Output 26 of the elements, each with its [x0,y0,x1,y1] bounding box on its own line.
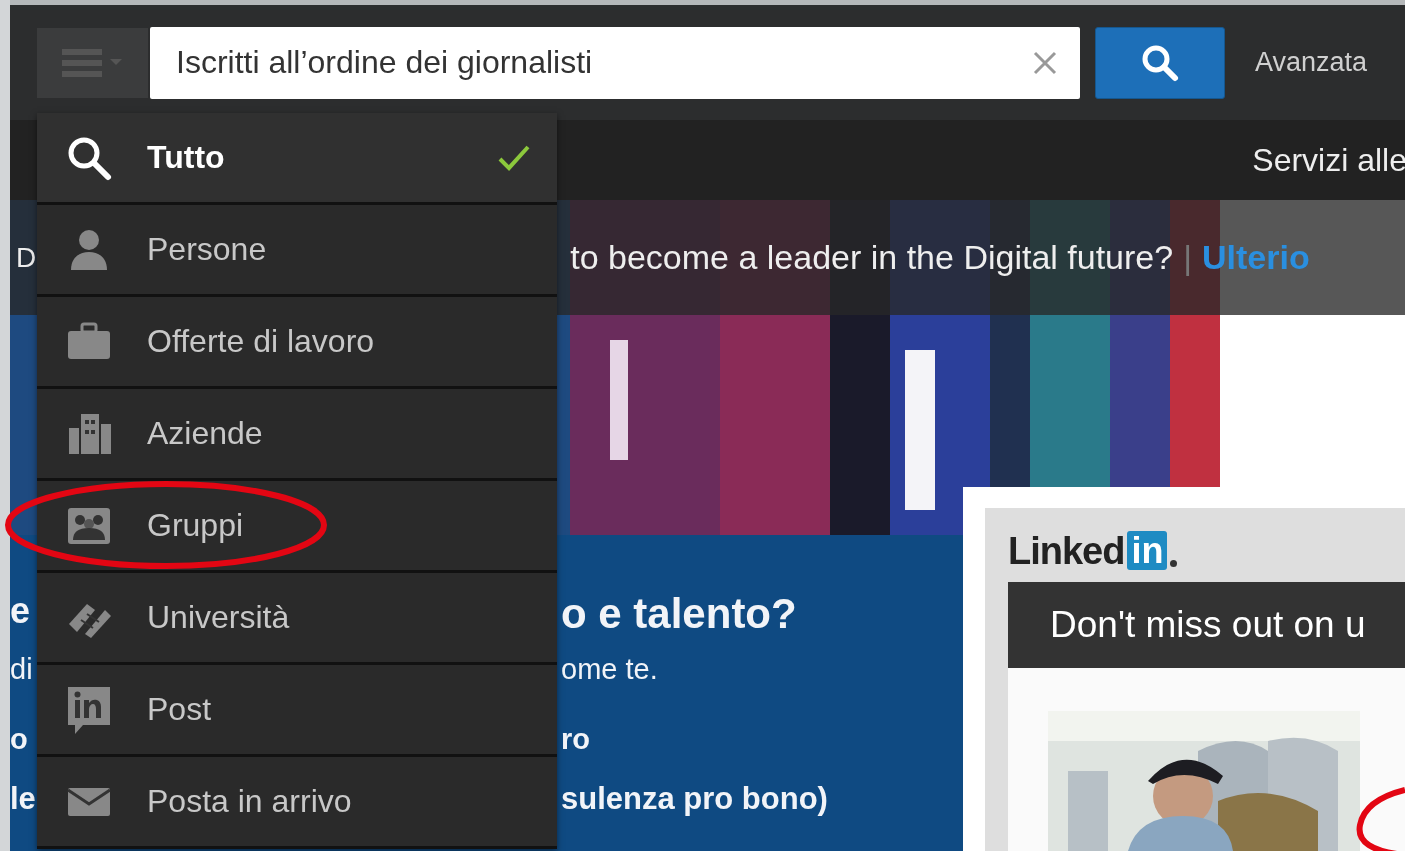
menu-item[interactable]: Tutto [37,113,557,205]
menu-item[interactable]: Gruppi [37,481,557,573]
menu-item[interactable]: Aziende [37,389,557,481]
advanced-search-link[interactable]: Avanzata [1255,47,1368,78]
promo-heading: o e talento? [561,593,798,639]
menu-item[interactable]: Persone [37,205,557,297]
search-button[interactable] [1095,26,1225,99]
banner-text: to become a leader in the Digital future? [570,238,1174,277]
promo-text: le [10,783,36,814]
promo-text: ro [561,725,591,757]
promo-text: ome te. [561,655,659,687]
menu-item[interactable]: Post [37,665,557,757]
menu-button[interactable] [37,27,148,98]
search-field[interactable]: Iscritti all’ordine dei giornalisti [150,26,1080,99]
linkedin-logo: Linked in [1008,528,1405,571]
promo-text: sulenza pro bono) [561,783,828,814]
promo-text: o [10,725,28,757]
menu-item[interactable]: Offerte di lavoro [37,297,557,389]
services-link[interactable]: Servizi alle [1252,141,1405,179]
promo-text: e [10,593,31,633]
popup-headline: Don't miss out on u [1008,582,1405,668]
menu-item[interactable]: Università [37,573,557,665]
banner-text: D [16,241,37,274]
separator-text: | [1183,238,1192,277]
promo-text: di [10,655,33,687]
menu-item[interactable]: Posta in arrivo [37,757,557,849]
